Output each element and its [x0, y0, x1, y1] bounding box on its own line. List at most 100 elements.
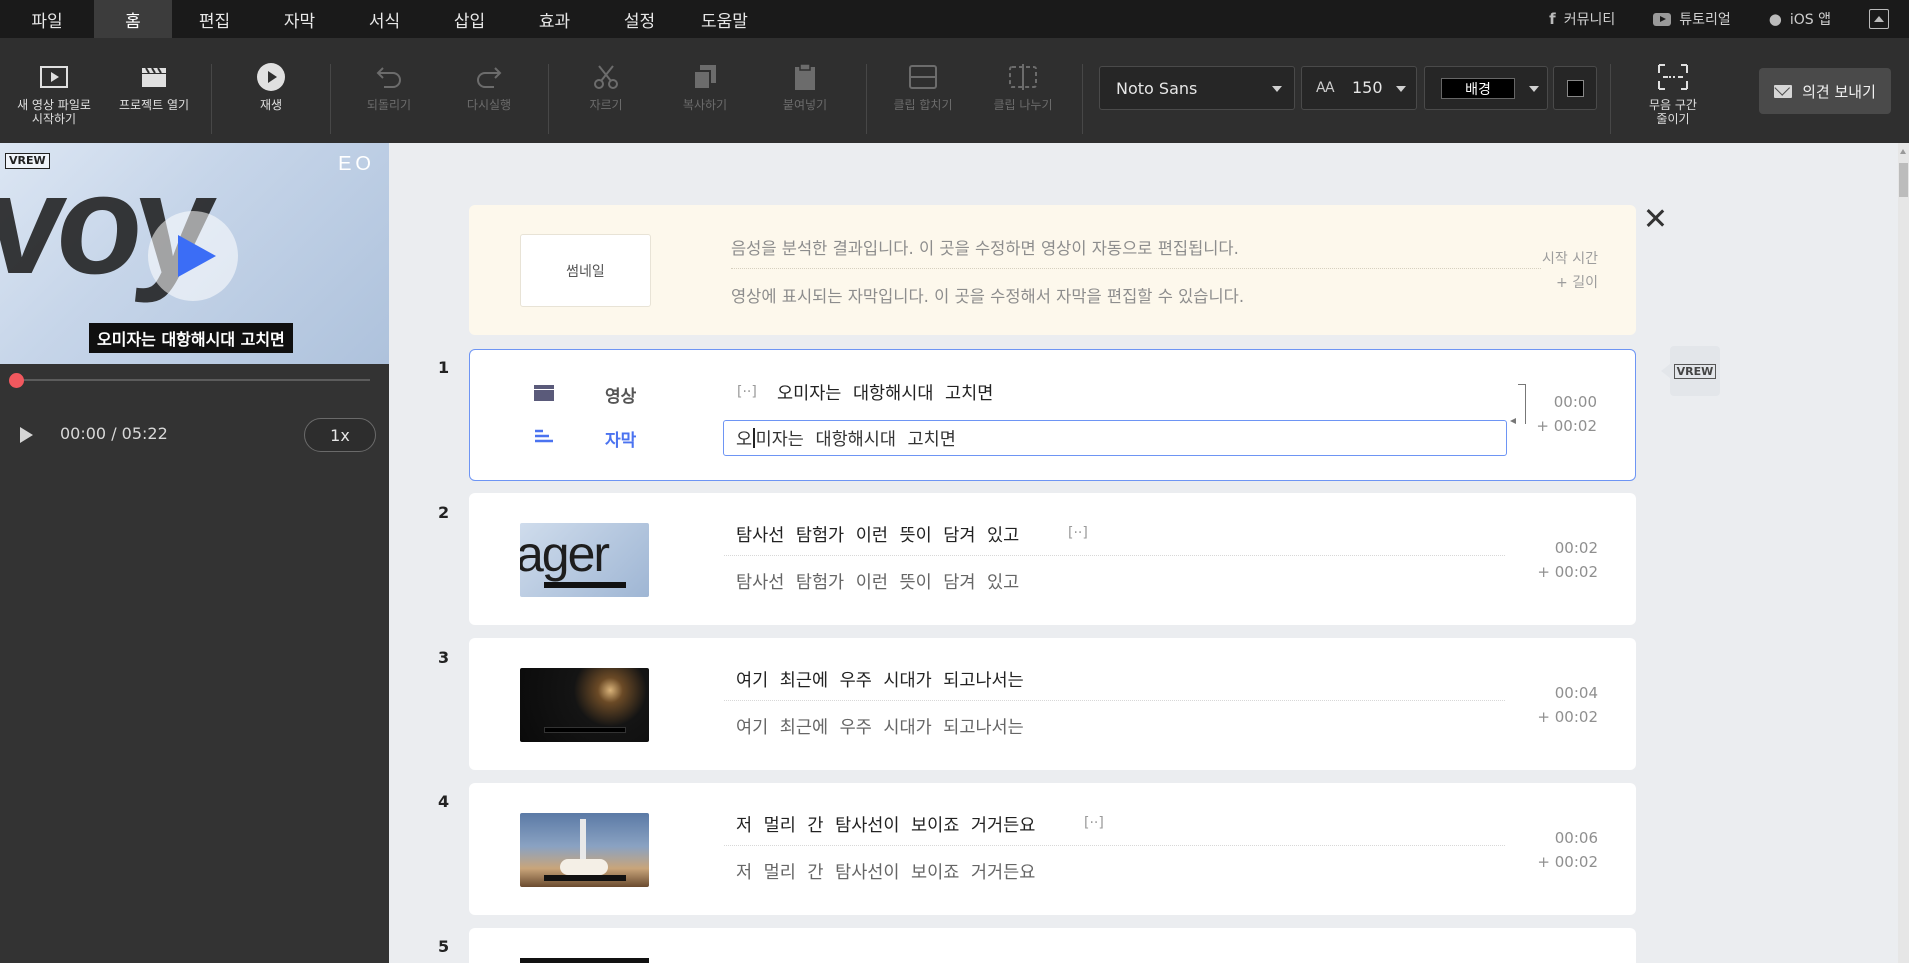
- menu-settings[interactable]: 설정: [597, 0, 682, 38]
- silence-gap-mark[interactable]: [··]: [1084, 815, 1104, 831]
- help-divider: [731, 268, 1541, 269]
- clip-thumbnail[interactable]: [520, 813, 649, 887]
- play-icon[interactable]: [20, 427, 33, 443]
- scroll-up-icon[interactable]: [1900, 149, 1906, 154]
- background-select[interactable]: 배경: [1424, 66, 1548, 110]
- mail-icon: [1774, 84, 1793, 98]
- help-card: 썸네일 음성을 분석한 결과입니다. 이 곳을 수정하면 영상이 자동으로 편집…: [469, 205, 1636, 335]
- clip-row[interactable]: ager 탐사선 탐험가 이런 뜻이 담겨 있고 [··] 탐사선 탐험가 이런…: [469, 493, 1636, 625]
- scrollbar[interactable]: [1898, 143, 1909, 963]
- menu-help[interactable]: 도움말: [682, 0, 767, 38]
- font-size-value: 150: [1352, 78, 1383, 97]
- video-subtitle: 오미자는 대항해시대 고치면: [89, 323, 293, 353]
- font-size-select[interactable]: AA 150: [1301, 66, 1417, 110]
- clip-start-time: 00:04: [1554, 684, 1598, 702]
- silence-gap-mark[interactable]: [··]: [737, 384, 757, 400]
- chevron-up-icon: [1874, 16, 1884, 22]
- video-preview[interactable]: voy VREW EO 오미자는 대항해시대 고치면: [0, 143, 389, 364]
- menu-format[interactable]: 서식: [342, 0, 427, 38]
- merge-clips-button[interactable]: 클립 합치기: [888, 60, 958, 112]
- clip-row[interactable]: 저 멀리 간 탐사선이 보이죠 거거든요 [··] 저 멀리 간 탐사선이 보이…: [469, 783, 1636, 915]
- scroll-thumb[interactable]: [1899, 163, 1908, 197]
- redo-label: 다시실행: [466, 98, 512, 112]
- clip-number: 1: [438, 358, 450, 377]
- chevron-down-icon: [1272, 86, 1282, 92]
- speech-text[interactable]: 탐사선 탐험가 이런 뜻이 담겨 있고: [736, 522, 1019, 547]
- clip-thumbnail[interactable]: [520, 668, 649, 742]
- text-color-picker[interactable]: [1553, 66, 1597, 110]
- play-button[interactable]: 재생: [236, 60, 306, 112]
- menu-insert[interactable]: 삽입: [427, 0, 512, 38]
- community-link[interactable]: f 커뮤니티: [1549, 9, 1615, 29]
- clip-timing: 00:06 + 00:02: [1537, 826, 1598, 874]
- subtitle-text[interactable]: 여기 최근에 우주 시대가 되고나서는: [736, 714, 1024, 739]
- tutorial-label: 튜토리얼: [1679, 12, 1731, 28]
- font-family-select[interactable]: Noto Sans: [1099, 66, 1295, 110]
- cut-button[interactable]: 자르기: [571, 60, 641, 112]
- clip-thumbnail[interactable]: [520, 958, 649, 963]
- redo-button[interactable]: 다시실행: [454, 60, 524, 112]
- collapse-toolbar-button[interactable]: [1869, 9, 1889, 29]
- help-speech-line: 음성을 분석한 결과입니다. 이 곳을 수정하면 영상이 자동으로 편집됩니다.: [731, 239, 1239, 258]
- undo-label: 되돌리기: [366, 98, 412, 112]
- font-family-value: Noto Sans: [1116, 78, 1198, 98]
- play-overlay-icon[interactable]: [148, 211, 238, 301]
- play-circle-icon: [256, 60, 286, 94]
- help-meta: 시작 시간 + 길이: [1542, 247, 1598, 295]
- clip-row[interactable]: 여기 최근에 우주 시대가 되고나서는 여기 최근에 우주 시대가 되고나서는 …: [469, 638, 1636, 770]
- menu-effect[interactable]: 효과: [512, 0, 597, 38]
- vrew-tag-icon[interactable]: VREW: [1661, 346, 1720, 396]
- clip-row[interactable]: [469, 928, 1636, 963]
- font-size-icon: AA: [1316, 80, 1335, 96]
- community-label: 커뮤니티: [1563, 12, 1616, 28]
- youtube-icon: [1653, 12, 1672, 26]
- paste-label: 붙여넣기: [782, 98, 828, 112]
- seek-bar[interactable]: [16, 379, 370, 381]
- new-video-button[interactable]: 새 영상 파일로 시작하기: [12, 60, 96, 126]
- shrink-silence-button[interactable]: 무음 구간 줄이기: [1638, 60, 1708, 126]
- close-icon[interactable]: [1642, 205, 1668, 231]
- seek-handle[interactable]: [9, 373, 24, 388]
- speech-text[interactable]: 여기 최근에 우주 시대가 되고나서는: [736, 667, 1024, 692]
- split-clip-button[interactable]: 클립 나누기: [988, 60, 1058, 112]
- menu-subtitle[interactable]: 자막: [257, 0, 342, 38]
- feedback-button[interactable]: 의견 보내기: [1759, 68, 1891, 114]
- menu-file[interactable]: 파일: [0, 0, 94, 38]
- clip-thumbnail[interactable]: ager: [520, 523, 649, 597]
- toolbar-divider: [866, 64, 867, 134]
- silence-gap-mark[interactable]: [··]: [1068, 525, 1088, 541]
- scissors-icon: [592, 60, 620, 94]
- thumb-subtitle-bar: [544, 727, 626, 733]
- clip-number: 4: [438, 792, 450, 811]
- subtitle-text[interactable]: 저 멀리 간 탐사선이 보이죠 거거든요: [736, 859, 1035, 884]
- channel-logo: EO: [338, 153, 375, 175]
- subtitle-text[interactable]: 탐사선 탐험가 이런 뜻이 담겨 있고: [736, 569, 1019, 594]
- thumbnail-label: 썸네일: [520, 234, 651, 307]
- speech-text[interactable]: 오미자는 대항해시대 고치면: [777, 380, 993, 405]
- toolbar-divider: [548, 64, 549, 134]
- cut-label: 자르기: [589, 98, 623, 112]
- ios-app-link[interactable]: ● iOS 앱: [1769, 9, 1831, 29]
- menu-home[interactable]: 홈: [94, 0, 172, 38]
- clip-row-active[interactable]: 영상 [··] 오미자는 대항해시대 고치면 자막 오 미자는 대항해시대 고치면…: [469, 349, 1636, 481]
- split-icon: [1008, 60, 1038, 94]
- subtitle-input[interactable]: 오 미자는 대항해시대 고치면: [723, 420, 1507, 456]
- shrink-silence-label: 무음 구간 줄이기: [1649, 98, 1697, 126]
- copy-icon: [691, 60, 719, 94]
- clip-timing: 00:04 + 00:02: [1537, 681, 1598, 729]
- line-divider: [724, 555, 1505, 556]
- copy-button[interactable]: 복사하기: [670, 60, 740, 112]
- playback-speed-button[interactable]: 1x: [304, 418, 376, 452]
- redo-icon: [475, 60, 503, 94]
- external-links: f 커뮤니티 튜토리얼 ● iOS 앱: [1549, 0, 1909, 38]
- text-cursor: [753, 428, 755, 448]
- tutorial-link[interactable]: 튜토리얼: [1653, 9, 1731, 29]
- speech-text[interactable]: 저 멀리 간 탐사선이 보이죠 거거든요: [736, 812, 1035, 837]
- paste-button[interactable]: 붙여넣기: [770, 60, 840, 112]
- clip-length: + 00:02: [1536, 417, 1597, 435]
- undo-button[interactable]: 되돌리기: [354, 60, 424, 112]
- thumb-subtitle-bar: [544, 875, 626, 881]
- menu-edit[interactable]: 편집: [172, 0, 257, 38]
- clip-timing: 00:02 + 00:02: [1537, 536, 1598, 584]
- open-project-button[interactable]: 프로젝트 열기: [114, 60, 194, 112]
